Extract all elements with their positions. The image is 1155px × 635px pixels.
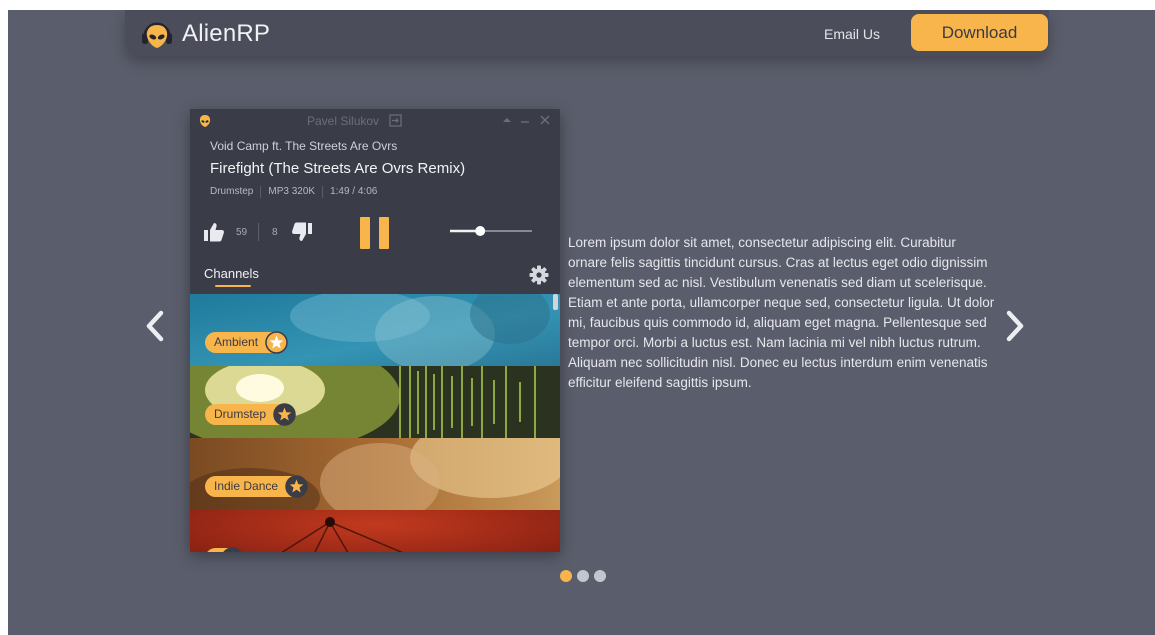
minimize-icon[interactable] bbox=[518, 113, 532, 127]
carousel-dots bbox=[560, 570, 606, 582]
channel-tag: Indie Dance bbox=[205, 475, 308, 498]
chevron-left-icon[interactable] bbox=[143, 308, 167, 344]
thumbs-up-icon[interactable] bbox=[203, 222, 225, 242]
alien-headphones-icon bbox=[142, 22, 172, 48]
alien-icon bbox=[199, 115, 211, 127]
slide-description: Lorem ipsum dolor sit amet, consectetur … bbox=[568, 235, 995, 390]
channel-list-scrollbar[interactable] bbox=[553, 294, 558, 310]
channel-tag: Drumstep bbox=[205, 403, 296, 426]
active-tab-indicator bbox=[215, 285, 251, 287]
download-button[interactable]: Download bbox=[911, 14, 1048, 51]
star-icon[interactable] bbox=[265, 331, 288, 354]
channel-list: Ambient Drumstep Indie Dance bbox=[190, 294, 560, 552]
hero-section: AlienRP Email Us Download Pavel Silukov bbox=[8, 10, 1155, 635]
top-navbar: AlienRP Email Us Download bbox=[125, 10, 1049, 56]
brand-name: AlienRP bbox=[182, 20, 271, 47]
dislike-count: 8 bbox=[272, 227, 278, 238]
star-icon[interactable] bbox=[221, 547, 244, 552]
pause-icon[interactable] bbox=[360, 217, 390, 249]
chevron-right-icon[interactable] bbox=[1003, 308, 1027, 344]
carousel-dot-1[interactable] bbox=[560, 570, 572, 582]
channel-tag bbox=[205, 547, 242, 552]
channel-image bbox=[190, 510, 560, 552]
carousel-dot-3[interactable] bbox=[594, 570, 606, 582]
channel-drumstep-image bbox=[190, 366, 560, 438]
logout-icon[interactable] bbox=[389, 114, 402, 127]
volume-slider[interactable] bbox=[450, 223, 532, 239]
channel-name: Drumstep bbox=[214, 407, 267, 421]
close-icon[interactable] bbox=[538, 113, 552, 127]
channel-ambient[interactable]: Ambient bbox=[190, 294, 560, 366]
channel-tag: Ambient bbox=[205, 331, 288, 354]
thumbs-down-icon[interactable] bbox=[291, 222, 313, 242]
carousel-dot-2[interactable] bbox=[577, 570, 589, 582]
track-meta: Drumstep MP3 320K 1:49 / 4:06 bbox=[210, 186, 384, 198]
channel-indie-dance-image bbox=[190, 438, 560, 510]
track-quality: MP3 320K bbox=[260, 186, 322, 198]
channel-indie-dance[interactable]: Indie Dance bbox=[190, 438, 560, 510]
username: Pavel Silukov bbox=[307, 114, 380, 128]
channel-ambient-image bbox=[190, 294, 560, 366]
gear-icon[interactable] bbox=[529, 265, 549, 285]
email-us-link[interactable]: Email Us bbox=[824, 26, 880, 42]
artist-name: Void Camp ft. The Streets Are Ovrs bbox=[210, 139, 398, 153]
like-count: 59 bbox=[236, 227, 248, 238]
player-window: Pavel Silukov Void Camp ft. The Streets … bbox=[190, 109, 560, 552]
brand[interactable]: AlienRP bbox=[139, 16, 270, 52]
track-genre: Drumstep bbox=[210, 186, 254, 197]
track-title: Firefight (The Streets Are Ovrs Remix) bbox=[210, 160, 466, 177]
caret-up-icon[interactable] bbox=[500, 113, 514, 127]
vote-divider bbox=[258, 223, 259, 241]
player-titlebar: Pavel Silukov bbox=[190, 109, 560, 133]
channel-name: Indie Dance bbox=[214, 479, 279, 493]
channel-name: Ambient bbox=[214, 335, 259, 349]
star-icon[interactable] bbox=[273, 403, 296, 426]
track-time: 1:49 / 4:06 bbox=[322, 186, 384, 198]
channel-drumstep[interactable]: Drumstep bbox=[190, 366, 560, 438]
channels-tab[interactable]: Channels bbox=[204, 266, 259, 281]
channel-item[interactable] bbox=[190, 510, 560, 552]
star-icon[interactable] bbox=[285, 475, 308, 498]
